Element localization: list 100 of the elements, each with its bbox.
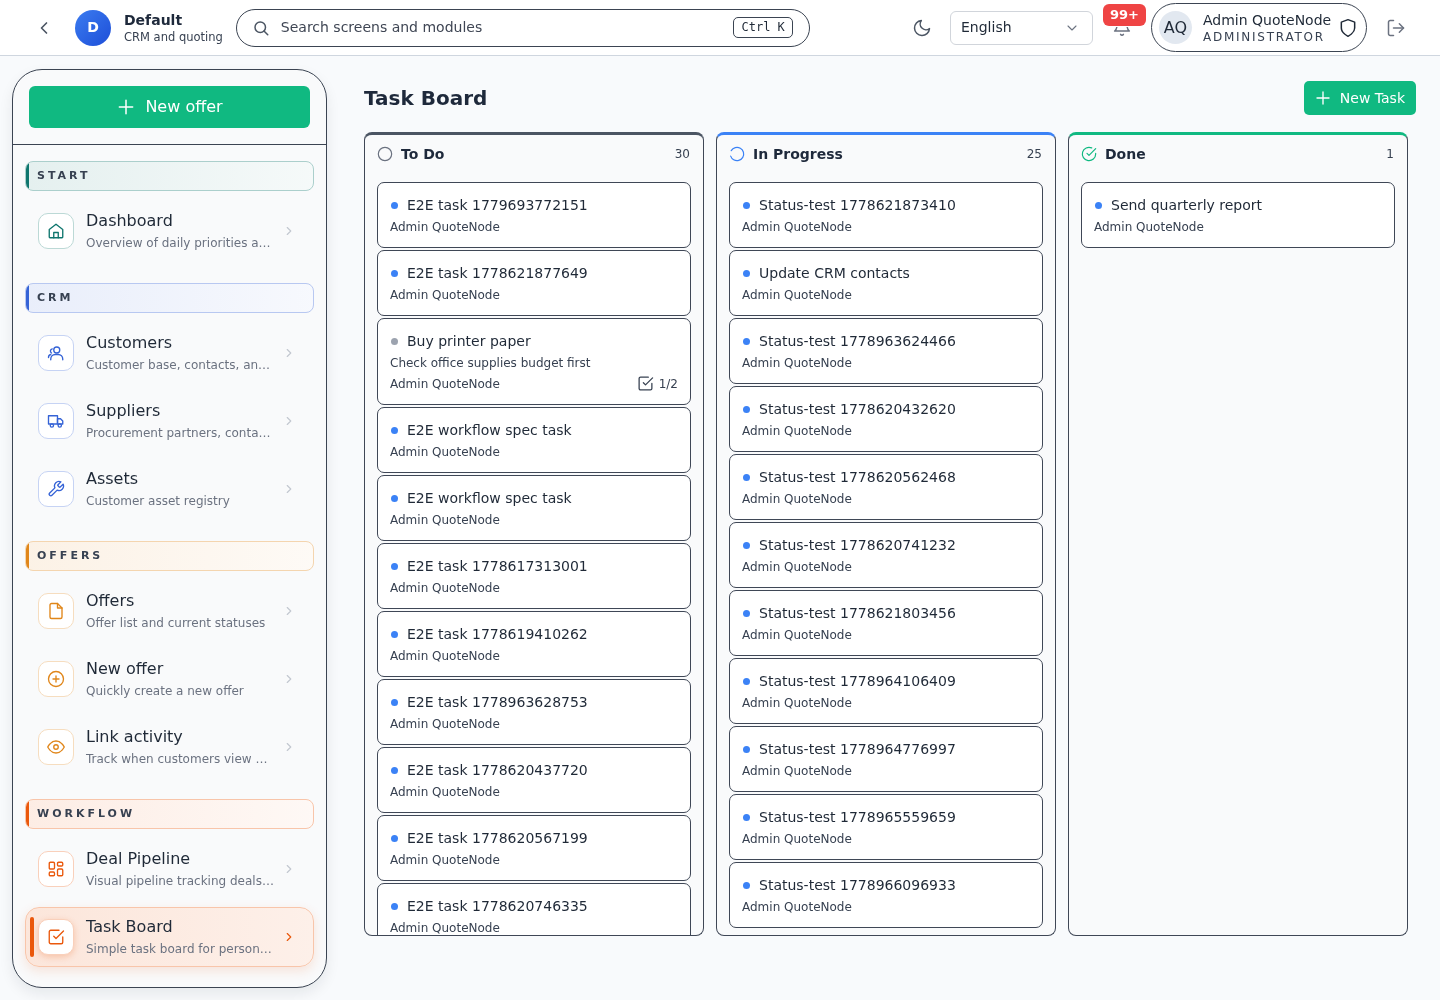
truck-icon [38,403,74,439]
sidebar-item[interactable]: Dashboard Overview of daily priorities a… [25,201,314,261]
task-card[interactable]: E2E workflow spec task Admin QuoteNode [377,407,691,473]
task-title: Status-test 1778966096933 [759,876,956,895]
task-card[interactable]: E2E task 1778619410262 Admin QuoteNode [377,611,691,677]
task-card[interactable]: Status-test 1778964106409 Admin QuoteNode [729,658,1043,724]
section-label: WORKFLOW [37,807,136,821]
user-menu[interactable]: AQ Admin QuoteNode ADMINISTRATOR [1151,3,1367,52]
sidebar-item[interactable]: Deal Pipeline Visual pipeline tracking deals… [25,839,314,899]
task-card[interactable]: Status-test 1778965559659 Admin QuoteNode [729,794,1043,860]
task-owner: Admin QuoteNode [742,899,852,915]
column-count: 30 [674,146,690,163]
task-owner: Admin QuoteNode [390,920,500,935]
task-card[interactable]: E2E task 1778620746335 Admin QuoteNode [377,883,691,935]
task-owner: Admin QuoteNode [390,580,500,596]
task-title: Status-test 1778620562468 [759,468,956,487]
column-count: 25 [1026,146,1042,163]
task-owner: Admin QuoteNode [742,559,852,575]
task-owner: Admin QuoteNode [390,512,500,528]
task-title: Status-test 1778621803456 [759,604,956,623]
task-owner: Admin QuoteNode [390,287,500,303]
task-owner: Admin QuoteNode [742,695,852,711]
empty-circle-icon [377,146,393,162]
checklist-count: 1/2 [658,375,678,392]
task-owner: Admin QuoteNode [742,491,852,507]
task-owner: Admin QuoteNode [390,375,500,392]
task-owner: Admin QuoteNode [390,784,500,800]
task-title: E2E task 1779693772151 [407,196,588,215]
task-title: E2E task 1778620437720 [407,761,588,780]
plus-icon [1313,89,1332,107]
house-icon [38,213,74,249]
task-card[interactable]: Status-test 1778620562468 Admin QuoteNode [729,454,1043,520]
task-card[interactable]: E2E workflow spec task Admin QuoteNode [377,475,691,541]
column-title: To Do [401,144,445,164]
grid-icon [38,851,74,887]
task-title: Status-test 1778963624466 [759,332,956,351]
task-owner: Admin QuoteNode [742,831,852,847]
task-card[interactable]: Status-test 1778620432620 Admin QuoteNode [729,386,1043,452]
people-icon [38,335,74,371]
task-title: Status-test 1778620741232 [759,536,956,555]
task-card[interactable]: Send quarterly report Admin QuoteNode [1081,182,1395,248]
task-description: Check office supplies budget first [390,355,592,371]
sidebar-item[interactable]: Task Board Simple task board for person… [25,907,314,967]
task-card[interactable]: Status-test 1778964776997 Admin QuoteNode [729,726,1043,792]
task-card[interactable]: Status-test 1778963624466 Admin QuoteNode [729,318,1043,384]
eye-icon [38,729,74,765]
sidebar-item[interactable]: Suppliers Procurement partners, conta… [25,391,314,451]
wrench-icon [38,471,74,507]
task-card[interactable]: Update CRM contacts Admin QuoteNode [729,250,1043,316]
task-card[interactable]: Status-test 1778620741232 Admin QuoteNode [729,522,1043,588]
section-label: OFFERS [37,549,104,563]
task-title: Status-test 1778965559659 [759,808,956,827]
task-card[interactable]: Status-test 1778621873410 Admin QuoteNode [729,182,1043,248]
search-input[interactable]: Search screens and modules [280,17,734,38]
column-title: Done [1105,144,1146,164]
column-count: 1 [1386,146,1394,163]
sidebar-item[interactable]: Offers Offer list and current statuses [25,581,314,641]
task-owner: Admin QuoteNode [390,219,500,235]
task-title: Status-test 1778964776997 [759,740,956,759]
task-card[interactable]: Buy printer paper Check office supplies budget first Admin QuoteNode 1/2 [377,318,691,405]
task-owner: Admin QuoteNode [742,219,852,235]
task-card[interactable]: E2E task 1778620567199 Admin QuoteNode [377,815,691,881]
task-title: Status-test 1778964106409 [759,672,956,691]
shield-icon [1338,17,1358,38]
task-card[interactable]: E2E task 1778963628753 Admin QuoteNode [377,679,691,745]
task-owner: Admin QuoteNode [742,287,852,303]
check-circle-icon [1081,146,1097,162]
task-title: E2E workflow spec task [407,489,572,508]
column-title: In Progress [753,144,843,164]
task-owner: Admin QuoteNode [390,648,500,664]
sidebar-item[interactable]: New offer Quickly create a new offer [25,649,314,709]
bell-icon[interactable] [1112,27,1132,36]
task-title: Buy printer paper [407,332,531,351]
language-select[interactable]: English [950,10,1093,45]
section-label: CRM [37,291,74,305]
checkbox-icon [636,375,654,392]
progress-ring-icon [729,146,745,162]
logout-icon[interactable] [1386,17,1406,38]
document-icon [38,593,74,629]
search-icon [251,18,270,37]
task-card[interactable]: Status-test 1778621803456 Admin QuoteNode [729,590,1043,656]
task-title: E2E workflow spec task [407,421,572,440]
task-title: E2E task 1778620746335 [407,897,588,916]
task-card[interactable]: E2E task 1779693772151 Admin QuoteNode [377,182,691,248]
page-title: Task Board [364,85,488,111]
checkbox-icon [38,919,74,955]
task-owner: Admin QuoteNode [390,716,500,732]
workspace-avatar[interactable]: D [75,9,111,46]
task-card[interactable]: E2E task 1778620437720 Admin QuoteNode [377,747,691,813]
sidebar-item[interactable]: Assets Customer asset registry [25,459,314,519]
search-bar[interactable]: Search screens and modules Ctrl K [235,8,810,47]
task-title: E2E task 1778621877649 [407,264,588,283]
moon-icon[interactable] [912,17,932,38]
task-title: E2E task 1778617313001 [407,557,588,576]
task-card[interactable]: Status-test 1778966096933 Admin QuoteNode [729,862,1043,928]
task-card[interactable]: E2E task 1778617313001 Admin QuoteNode [377,543,691,609]
task-card[interactable]: E2E task 1778621877649 Admin QuoteNode [377,250,691,316]
sidebar-item[interactable]: Link activity Track when customers view … [25,717,314,777]
task-owner: Admin QuoteNode [390,444,500,460]
sidebar-item[interactable]: Customers Customer base, contacts, an… [25,323,314,383]
